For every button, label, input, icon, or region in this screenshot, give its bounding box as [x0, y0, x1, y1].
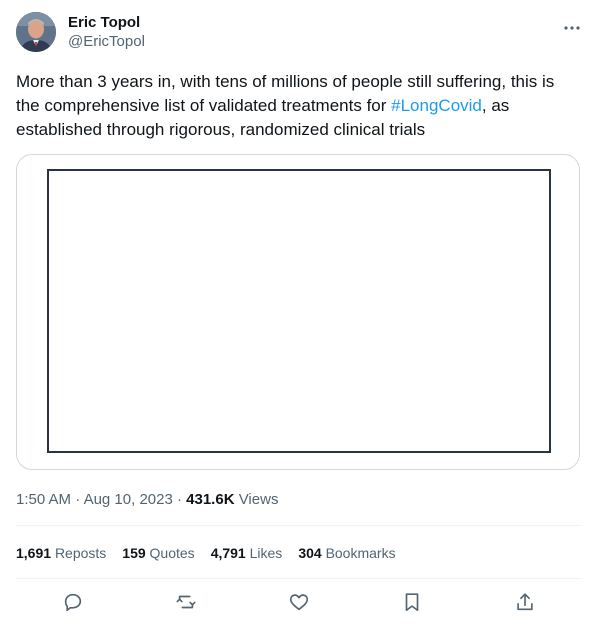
media-image[interactable] [47, 169, 551, 453]
reply-icon[interactable] [59, 588, 87, 616]
quotes-count: 159 [122, 545, 146, 561]
repost-icon[interactable] [172, 588, 200, 616]
like-icon[interactable] [285, 588, 313, 616]
display-name[interactable]: Eric Topol [68, 14, 145, 32]
avatar-image [16, 12, 56, 52]
likes-label: Likes [249, 545, 283, 561]
media-card[interactable] [16, 154, 580, 470]
reposts-count: 1,691 [16, 545, 52, 561]
tweet-header: Eric Topol @EricTopol [16, 12, 582, 56]
divider [16, 578, 582, 579]
bookmarks-count: 304 [298, 545, 322, 561]
tweet-date: Aug 10, 2023 [83, 491, 173, 508]
hashtag-link[interactable]: #LongCovid [391, 96, 482, 115]
more-icon[interactable] [562, 18, 582, 38]
reposts-stat[interactable]: 1,691 Reposts [16, 543, 106, 563]
quotes-label: Quotes [149, 545, 195, 561]
tweet-meta: 1:50 AM · Aug 10, 2023 · 431.6K Views [16, 491, 279, 508]
bookmark-icon[interactable] [398, 588, 426, 616]
bookmarks-stat[interactable]: 304 Bookmarks [298, 543, 395, 563]
likes-count: 4,791 [210, 545, 246, 561]
tweet-time: 1:50 AM [16, 491, 72, 508]
handle[interactable]: @EricTopol [68, 32, 145, 52]
timestamp-link[interactable]: 1:50 AM · Aug 10, 2023 [16, 491, 173, 508]
divider [16, 525, 582, 526]
share-icon[interactable] [511, 588, 539, 616]
reposts-label: Reposts [54, 545, 107, 561]
tweet-text: More than 3 years in, with tens of milli… [16, 70, 576, 142]
views-label: Views [238, 491, 279, 508]
likes-stat[interactable]: 4,791 Likes [211, 543, 283, 563]
action-bar [16, 588, 582, 616]
quotes-stat[interactable]: 159 Quotes [122, 543, 194, 563]
avatar[interactable] [16, 12, 56, 52]
views-count: 431.6K [186, 491, 235, 508]
engagement-stats: 1,691 Reposts 159 Quotes 4,791 Likes 304 Bo… [16, 543, 412, 563]
user-info: Eric Topol @EricTopol [68, 14, 145, 52]
bookmarks-label: Bookmarks [325, 545, 396, 561]
